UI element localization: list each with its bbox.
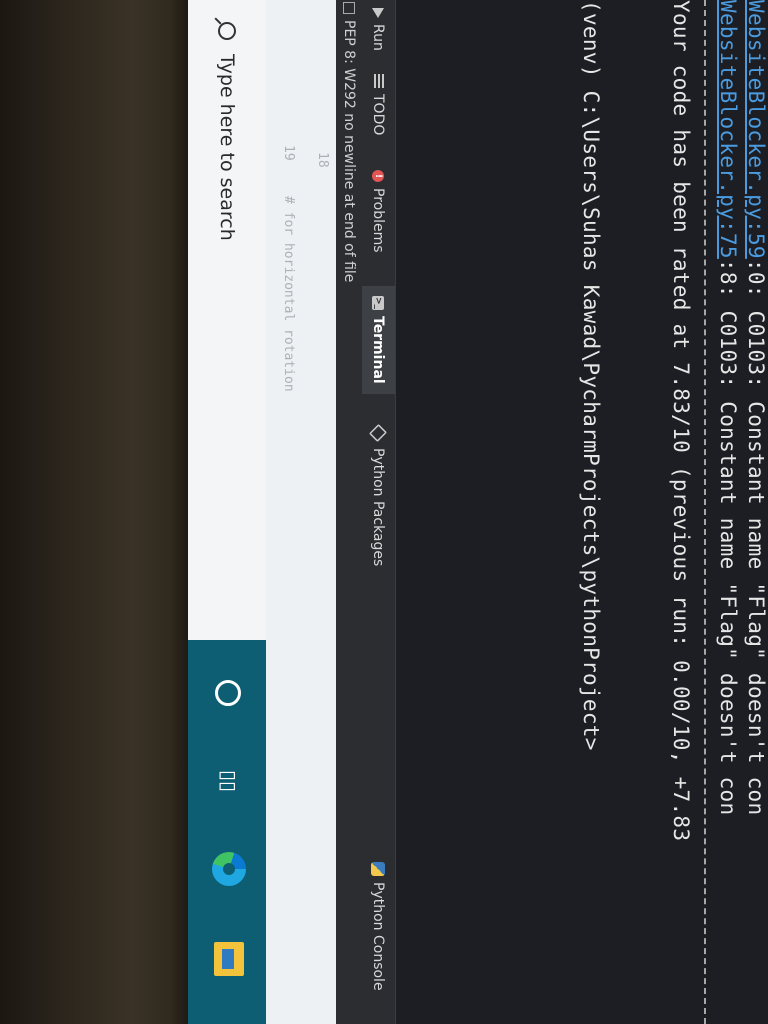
terminal-file-link[interactable]: WebsiteBlocker.py:59 bbox=[744, 0, 768, 259]
run-icon bbox=[372, 8, 384, 18]
search-placeholder: Type here to search bbox=[216, 54, 238, 241]
code-comment: # for horizontal rotation bbox=[281, 196, 296, 392]
todo-icon bbox=[372, 74, 384, 88]
tool-window-bar: Run TODO ! Problems >_ Terminal Python P… bbox=[361, 0, 396, 1024]
tab-python-packages[interactable]: Python Packages bbox=[361, 423, 395, 566]
tab-todo[interactable]: TODO bbox=[361, 74, 395, 135]
editor-peek: 18 19 # for horizontal rotation bbox=[266, 0, 336, 1024]
terminal-panel[interactable]: WebsiteBlocker.py:59:0: C0103: Constant … bbox=[396, 0, 768, 1024]
terminal-icon: >_ bbox=[372, 296, 384, 310]
terminal-rating: Your code has been rated at 7.83/10 (pre… bbox=[669, 0, 693, 842]
line-number: 18 bbox=[315, 152, 330, 168]
line-number: 19 bbox=[281, 145, 296, 161]
terminal-file-link[interactable]: WebsiteBlocker.py:75 bbox=[716, 0, 740, 259]
tab-python-console[interactable]: Python Console bbox=[361, 862, 395, 991]
laptop-screen: WebsiteBlocker.py:59:0: C0103: Constant … bbox=[188, 0, 768, 1024]
file-explorer-icon[interactable] bbox=[214, 942, 244, 976]
taskbar-search[interactable]: Type here to search bbox=[188, 0, 266, 640]
python-console-icon bbox=[371, 862, 385, 876]
terminal-divider bbox=[704, 0, 706, 1024]
python-packages-icon bbox=[368, 423, 388, 443]
cortana-icon[interactable] bbox=[215, 680, 241, 706]
laptop-bezel bbox=[0, 0, 190, 1024]
tab-terminal[interactable]: >_ Terminal bbox=[361, 286, 395, 394]
tab-problems[interactable]: ! Problems bbox=[361, 170, 395, 253]
problems-icon: ! bbox=[372, 170, 384, 182]
status-bar: PEP 8: W292 no newline at end of file bbox=[336, 0, 362, 1024]
search-icon bbox=[218, 22, 236, 40]
taskbar-items: ▯▯ bbox=[188, 640, 266, 1024]
windows-taskbar: Type here to search ▯▯ bbox=[188, 0, 266, 1024]
terminal-prompt[interactable]: (venv) C:\Users\Suhas Kawad\PycharmProje… bbox=[579, 0, 603, 751]
tab-run[interactable]: Run bbox=[361, 8, 395, 51]
status-toggle-icon[interactable] bbox=[343, 2, 355, 14]
task-view-icon[interactable]: ▯▯ bbox=[216, 768, 242, 794]
edge-browser-icon[interactable] bbox=[212, 852, 246, 886]
status-message[interactable]: PEP 8: W292 no newline at end of file bbox=[341, 20, 357, 282]
terminal-line: WebsiteBlocker.py:75:8: C0103: Constant … bbox=[716, 0, 740, 816]
terminal-line: WebsiteBlocker.py:59:0: C0103: Constant … bbox=[744, 0, 768, 816]
